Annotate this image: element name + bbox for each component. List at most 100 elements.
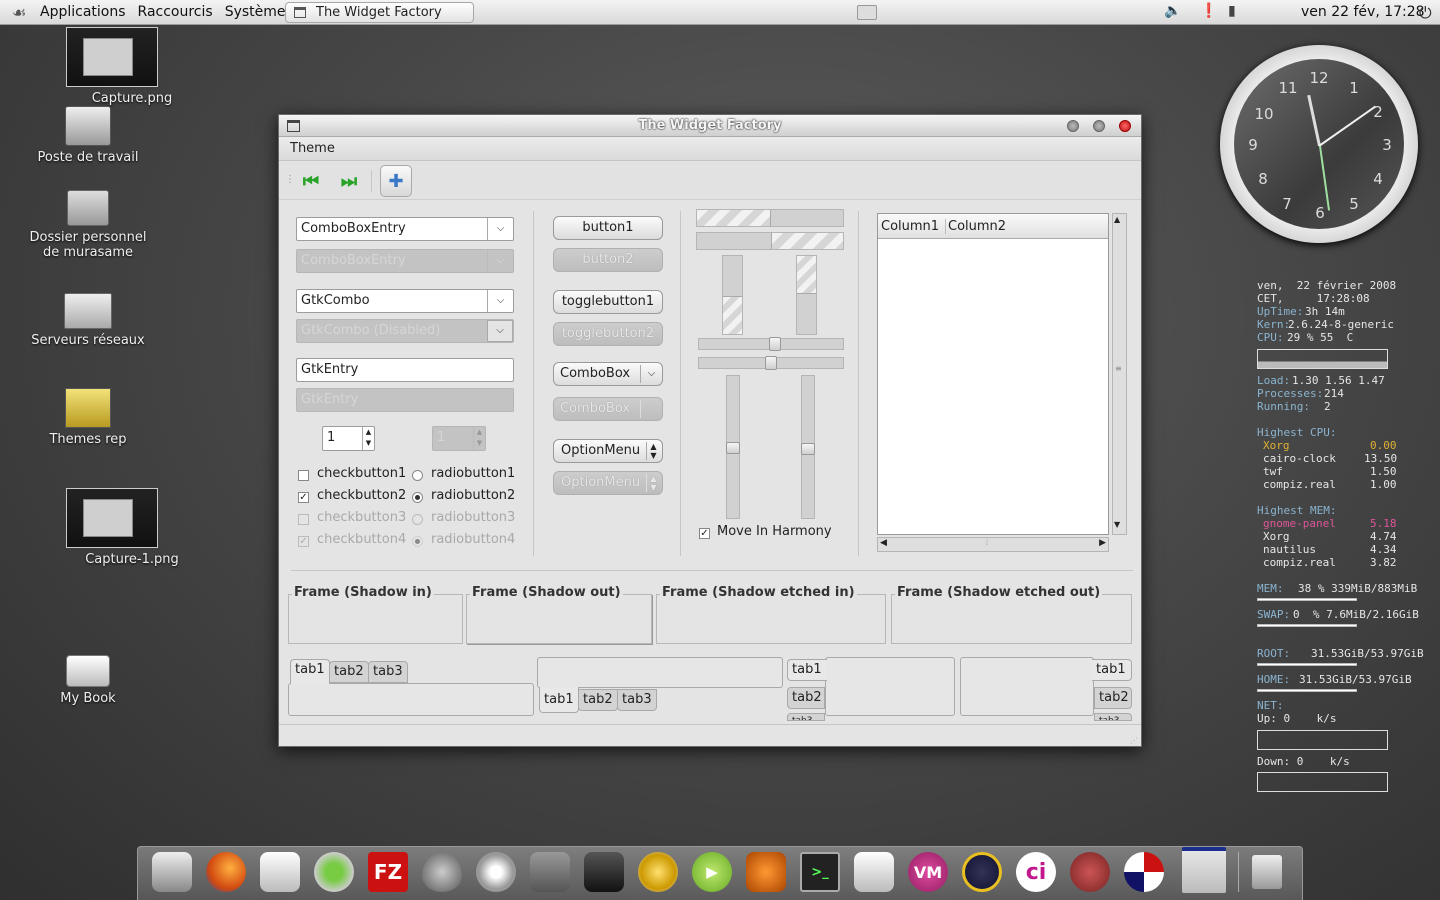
radiobutton2-circle[interactable] <box>412 492 423 503</box>
computer-icon[interactable] <box>152 852 192 892</box>
slider-knob[interactable] <box>801 443 815 455</box>
scroll-grip-icon[interactable]: ⦙ <box>986 538 988 548</box>
checkbutton1-label[interactable]: checkbutton1 <box>317 466 406 481</box>
burn-icon[interactable] <box>746 852 786 892</box>
firefox-icon[interactable] <box>206 852 246 892</box>
notebook-right-tab3[interactable]: tab3 <box>1094 713 1132 721</box>
media-icon[interactable] <box>854 852 894 892</box>
notebook-bottom-tab1[interactable]: tab1 <box>539 687 579 713</box>
optionmenu[interactable]: OptionMenu ▲ ▼ <box>553 439 663 463</box>
scroll-up-icon[interactable]: ▲ <box>1114 215 1120 224</box>
power-icon[interactable]: ⏻ <box>1419 3 1432 23</box>
desktop-icon-serveurs-reseaux[interactable]: Serveurs réseaux <box>13 293 163 348</box>
alert-icon[interactable]: ❗ <box>1200 3 1217 19</box>
spin-arrows-icon[interactable]: ▲ ▼ <box>362 427 374 450</box>
menu-applications[interactable]: Applications <box>34 4 132 20</box>
violin-icon[interactable] <box>1070 852 1110 892</box>
drop-icon[interactable] <box>422 852 462 892</box>
vscale-1[interactable] <box>726 375 740 519</box>
toolbar-grip-icon[interactable]: ⋮ <box>285 174 295 185</box>
desktop-icon-capture-1[interactable]: Capture-1.png <box>37 488 187 567</box>
flag-icon[interactable] <box>1124 852 1164 892</box>
go-last-icon[interactable]: ⏭ <box>335 168 363 194</box>
play-icon[interactable]: ▶ <box>692 852 732 892</box>
scroll-left-icon[interactable]: ◀ <box>880 538 887 548</box>
minimize-icon[interactable] <box>1067 120 1079 132</box>
inkscape-icon[interactable] <box>584 852 624 892</box>
vscale-2[interactable] <box>801 375 815 519</box>
combobox[interactable]: ComboBox ⌵ <box>553 362 663 386</box>
notebook-top-tab1[interactable]: tab1 <box>290 659 330 684</box>
window-icon[interactable] <box>1182 847 1226 893</box>
mail-icon[interactable] <box>260 852 300 892</box>
menu-theme[interactable]: Theme <box>290 141 335 156</box>
slider-knob[interactable] <box>765 356 777 370</box>
combobox-entry[interactable]: ComboBoxEntry ⌵ <box>296 217 514 241</box>
checkbutton2-box[interactable]: ✓ <box>298 492 309 503</box>
wheel-icon[interactable] <box>476 852 516 892</box>
terminal-icon[interactable]: >_ <box>800 852 840 892</box>
window-titlebar[interactable]: The Widget Factory <box>279 115 1141 137</box>
taskbar-window-button[interactable]: The Widget Factory <box>285 2 474 23</box>
notebook-bottom-tab2[interactable]: tab2 <box>578 689 618 711</box>
checkbutton2-label[interactable]: checkbutton2 <box>317 488 406 503</box>
slider-knob[interactable] <box>726 442 740 454</box>
resize-grip-icon[interactable]: ⋰ <box>1130 736 1138 745</box>
network-signal-icon[interactable]: ▮ <box>1228 3 1236 19</box>
gimp-icon[interactable] <box>530 852 570 892</box>
panel-clock[interactable]: ven 22 fév, 17:28 <box>1301 4 1425 20</box>
notebook-left-tab3[interactable]: tab3 <box>787 713 825 721</box>
messenger-icon[interactable] <box>314 852 354 892</box>
notebook-top-tab2[interactable]: tab2 <box>329 661 369 683</box>
menu-systeme[interactable]: Système <box>219 4 292 20</box>
notebook-left-tab2[interactable]: tab2 <box>787 687 825 709</box>
filezilla-icon[interactable]: FZ <box>368 852 408 892</box>
gtkcombo[interactable]: GtkCombo ⌵ <box>296 289 514 313</box>
globe-icon[interactable] <box>638 852 678 892</box>
button1[interactable]: button1 <box>553 216 663 240</box>
close-icon[interactable] <box>1119 120 1131 132</box>
up-down-arrows-icon[interactable]: ▲ ▼ <box>646 442 660 460</box>
ci-icon[interactable]: ci <box>1016 852 1056 892</box>
gtk-entry[interactable]: GtkEntry <box>296 358 514 382</box>
spin-button[interactable]: 1 ▲ ▼ <box>322 426 375 451</box>
move-in-harmony-box[interactable]: ✓ <box>699 528 710 539</box>
hscale-2[interactable] <box>698 356 844 370</box>
volume-icon[interactable]: 🔈 <box>1164 3 1181 19</box>
radiobutton1-label[interactable]: radiobutton1 <box>431 466 515 481</box>
desktop-icon-capture[interactable]: Capture.png <box>37 27 187 106</box>
desktop-icon-dossier-personnel[interactable]: Dossier personnel de murasame <box>13 190 163 260</box>
trash-icon[interactable] <box>1238 852 1294 892</box>
notebook-left-tab1[interactable]: tab1 <box>787 659 827 681</box>
desktop-icon-my-book[interactable]: My Book <box>13 655 163 706</box>
desktop-icon-poste-de-travail[interactable]: Poste de travail <box>13 106 163 165</box>
maximize-icon[interactable] <box>1093 120 1105 132</box>
checkbutton1-box[interactable] <box>298 470 309 481</box>
go-first-icon[interactable]: ⏮ <box>297 168 325 194</box>
scroll-right-icon[interactable]: ▶ <box>1099 538 1106 548</box>
horizontal-scrollbar[interactable]: ◀ ⦙ ▶ <box>877 537 1109 552</box>
gnome-foot-icon[interactable]: ☙ <box>8 1 30 23</box>
tree-view[interactable]: Column1 Column2 <box>877 213 1109 535</box>
togglebutton1[interactable]: togglebutton1 <box>553 290 663 314</box>
hscale-1[interactable] <box>698 337 844 351</box>
notebook-top-tab3[interactable]: tab3 <box>368 661 408 683</box>
vm-icon[interactable]: VM <box>908 852 948 892</box>
chevron-down-icon[interactable]: ⌵ <box>640 365 662 383</box>
chevron-down-icon[interactable]: ⌵ <box>487 218 513 240</box>
radiobutton2-label[interactable]: radiobutton2 <box>431 488 515 503</box>
notebook-right-tab1[interactable]: tab1 <box>1092 659 1132 681</box>
folder-icon[interactable] <box>857 5 877 20</box>
chevron-down-icon[interactable]: ⌵ <box>487 290 513 312</box>
notebook-right-tab2[interactable]: tab2 <box>1094 687 1132 709</box>
notebook-bottom-tab3[interactable]: tab3 <box>617 689 657 711</box>
add-icon[interactable]: ✚ <box>380 165 412 197</box>
menu-raccourcis[interactable]: Raccourcis <box>132 4 219 20</box>
column1-header[interactable]: Column1 <box>881 219 947 234</box>
scroll-grip-icon[interactable]: ≡ <box>1115 364 1122 373</box>
scroll-down-icon[interactable]: ▼ <box>1114 520 1120 529</box>
slider-knob[interactable] <box>769 337 781 351</box>
vertical-scrollbar[interactable]: ▲ ≡ ▼ <box>1112 213 1127 535</box>
column2-header[interactable]: Column2 <box>948 219 1006 234</box>
radiobutton1-circle[interactable] <box>412 470 423 481</box>
